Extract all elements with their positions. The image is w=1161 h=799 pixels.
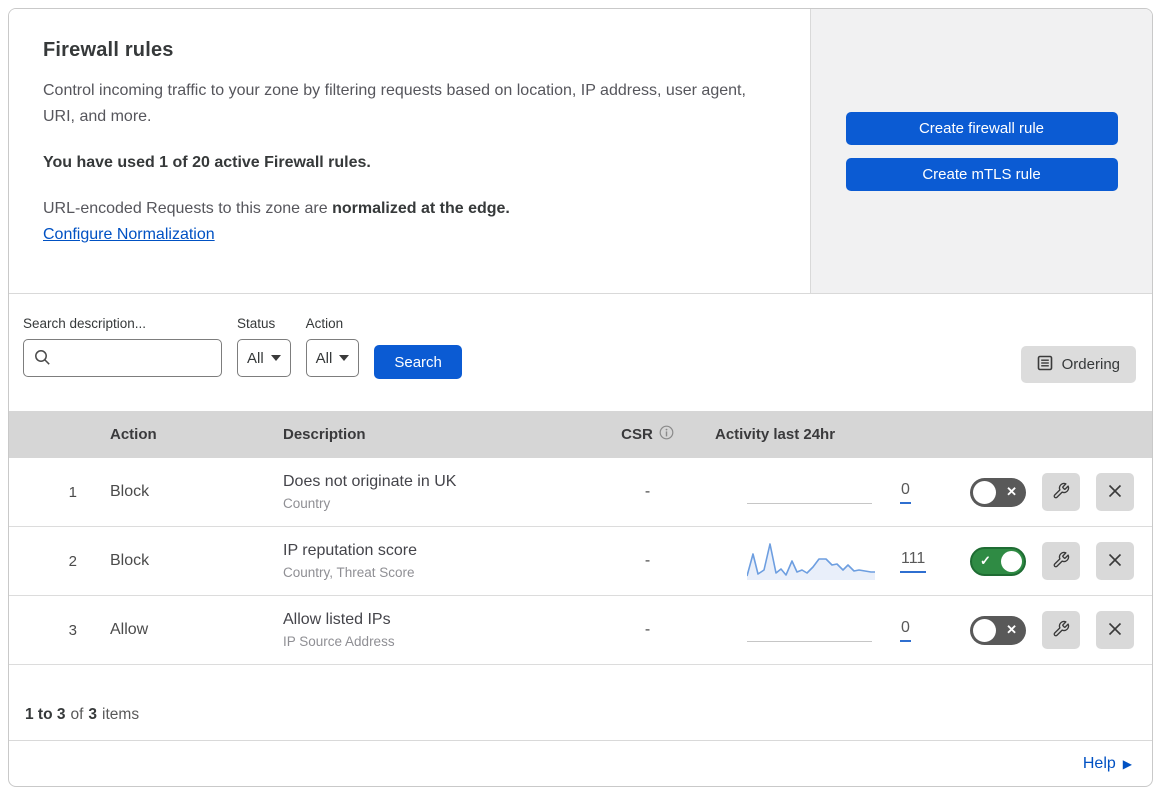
chevron-down-icon [270, 355, 281, 361]
rule-action: Allow [110, 621, 149, 638]
normalization-note: URL-encoded Requests to this zone are no… [43, 200, 770, 218]
edit-rule-button[interactable] [1042, 542, 1080, 580]
delete-rule-button[interactable] [1096, 473, 1134, 511]
delete-rule-button[interactable] [1096, 611, 1134, 649]
wrench-icon [1052, 620, 1070, 641]
rule-fields: Country [283, 496, 331, 511]
chevron-down-icon [339, 355, 350, 361]
help-link-label: Help [1082, 754, 1116, 772]
toggle-x-icon: ✕ [1006, 483, 1017, 499]
activity-cell: 0 [705, 469, 940, 515]
normalization-prefix: URL-encoded Requests to this zone are [43, 200, 333, 217]
rule-description-cell: Does not originate in UK Country [262, 473, 590, 511]
rule-enabled-toggle[interactable]: ✓ [970, 546, 1026, 576]
search-icon [34, 349, 51, 371]
rule-description: IP reputation score [283, 542, 418, 559]
delete-rule-button[interactable] [1096, 542, 1134, 580]
create-firewall-rule-button[interactable]: Create firewall rule [845, 111, 1118, 145]
header-text-panel: Firewall rules Control incoming traffic … [9, 9, 811, 293]
pagination-of: of [70, 706, 84, 723]
csr-value: - [644, 483, 651, 500]
table-header: Action Description CSR Activity last 24h… [9, 411, 1152, 458]
search-input[interactable] [23, 339, 222, 377]
activity-sparkline [747, 538, 875, 584]
csr-value: - [644, 552, 651, 569]
pagination-range: 1 to 3 [25, 706, 66, 723]
usage-summary: You have used 1 of 20 active Firewall ru… [43, 154, 371, 171]
rule-enabled-toggle[interactable]: ✕ [970, 477, 1026, 507]
rule-action: Block [110, 552, 150, 569]
wrench-icon [1052, 551, 1070, 572]
page-title: Firewall rules [43, 39, 174, 61]
search-group: Search description... [23, 316, 222, 377]
rule-fields: IP Source Address [283, 634, 395, 649]
page-description: Control incoming traffic to your zone by… [43, 82, 746, 125]
action-label: Action [305, 316, 344, 331]
activity-count-link[interactable]: 0 [900, 619, 911, 642]
row-controls: ✓ [940, 542, 1152, 580]
rule-description: Does not originate in UK [283, 473, 457, 490]
toggle-x-icon: ✕ [1006, 621, 1017, 637]
table-row: 3 Allow Allow listed IPs IP Source Addre… [9, 596, 1152, 665]
header-section: Firewall rules Control incoming traffic … [9, 9, 1152, 294]
rule-action: Block [110, 483, 150, 500]
action-dropdown-value: All [315, 349, 333, 367]
info-icon[interactable] [659, 425, 674, 444]
ordering-button-label: Ordering [1061, 356, 1120, 373]
rule-fields: Country, Threat Score [283, 565, 415, 580]
rule-description: Allow listed IPs [283, 611, 391, 628]
table-row: 2 Block IP reputation score Country, Thr… [9, 527, 1152, 596]
column-csr: CSR [590, 425, 705, 444]
row-controls: ✕ [940, 473, 1152, 511]
close-icon [1107, 621, 1123, 640]
rule-enabled-toggle[interactable]: ✕ [970, 615, 1026, 645]
rule-description-cell: Allow listed IPs IP Source Address [262, 611, 590, 649]
row-controls: ✕ [940, 611, 1152, 649]
activity-sparkline-empty [747, 607, 875, 653]
toggle-check-icon: ✓ [980, 552, 991, 568]
csr-value: - [644, 621, 651, 638]
rule-number: 3 [68, 621, 77, 639]
column-activity: Activity last 24hr [715, 426, 836, 443]
rule-number: 1 [68, 483, 77, 501]
csr-label: CSR [621, 426, 653, 443]
ordering-button[interactable]: Ordering [1020, 346, 1136, 383]
activity-count-link[interactable]: 0 [900, 481, 911, 504]
column-description: Description [283, 426, 366, 443]
action-dropdown[interactable]: All [305, 339, 360, 377]
status-dropdown-value: All [247, 349, 264, 367]
table-footer: 1 to 3 of 3 items [9, 665, 1152, 741]
activity-count-link[interactable]: 111 [900, 550, 927, 573]
status-label: Status [237, 316, 276, 331]
activity-sparkline-empty [747, 469, 875, 515]
action-panel: Create firewall rule Create mTLS rule [811, 9, 1152, 293]
firewall-rules-card: Firewall rules Control incoming traffic … [8, 8, 1153, 787]
status-filter-group: Status All [237, 316, 291, 377]
status-dropdown[interactable]: All [237, 339, 291, 377]
action-filter-group: Action All [305, 316, 360, 377]
column-action: Action [110, 426, 157, 443]
normalization-bold: normalized at the edge. [332, 200, 510, 217]
close-icon [1107, 483, 1123, 502]
activity-cell: 111 [705, 538, 940, 584]
rule-number: 2 [68, 552, 77, 570]
help-link[interactable]: Help ▶ [1083, 755, 1132, 773]
close-icon [1107, 552, 1123, 571]
rule-description-cell: IP reputation score Country, Threat Scor… [262, 542, 590, 580]
help-bar: Help ▶ [9, 741, 1152, 786]
table-row: 1 Block Does not originate in UK Country… [9, 458, 1152, 527]
pagination-items: items [102, 706, 140, 723]
wrench-icon [1052, 482, 1070, 503]
edit-rule-button[interactable] [1042, 611, 1080, 649]
arrow-right-icon: ▶ [1122, 756, 1132, 771]
ordering-list-icon [1037, 355, 1053, 375]
create-mtls-rule-button[interactable]: Create mTLS rule [845, 157, 1118, 191]
search-button[interactable]: Search [374, 345, 462, 379]
configure-normalization-link[interactable]: Configure Normalization [43, 226, 215, 244]
edit-rule-button[interactable] [1042, 473, 1080, 511]
filter-bar: Search description... Status All Action … [9, 294, 1152, 411]
search-label: Search description... [23, 316, 147, 331]
activity-cell: 0 [705, 607, 940, 653]
pagination-total: 3 [88, 706, 98, 723]
